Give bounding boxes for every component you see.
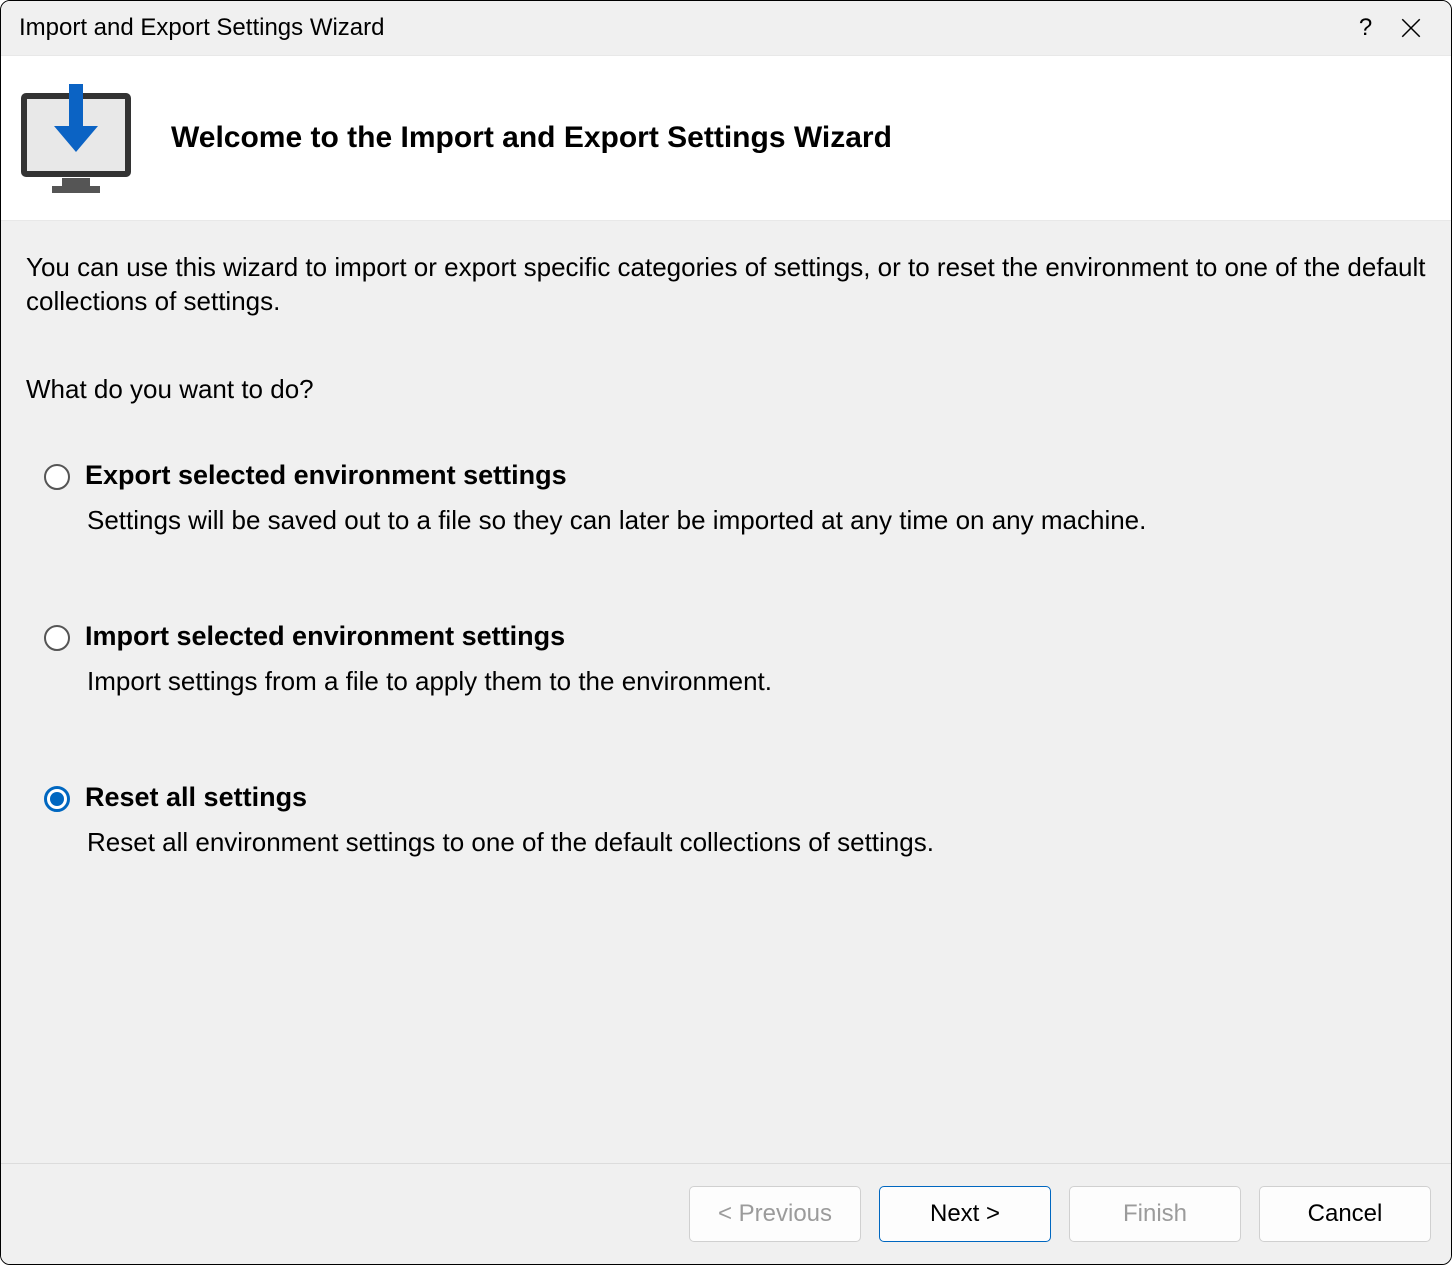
titlebar: Import and Export Settings Wizard ?: [1, 1, 1451, 56]
finish-button[interactable]: Finish: [1069, 1186, 1241, 1242]
option-body: Reset all settings Reset all environment…: [85, 782, 1426, 858]
wizard-icon: [11, 73, 141, 203]
wizard-window: Import and Export Settings Wizard ? Welc…: [0, 0, 1452, 1265]
monitor-download-icon: [16, 78, 136, 198]
option-export-desc: Settings will be saved out to a file so …: [85, 505, 1426, 536]
option-reset-label: Reset all settings: [85, 782, 1426, 813]
close-button[interactable]: [1388, 18, 1433, 38]
option-import-label: Import selected environment settings: [85, 621, 1426, 652]
wizard-content: You can use this wizard to import or exp…: [1, 221, 1451, 1163]
option-export[interactable]: Export selected environment settings Set…: [44, 460, 1426, 536]
radio-export[interactable]: [44, 464, 70, 490]
previous-button[interactable]: < Previous: [689, 1186, 861, 1242]
wizard-title: Welcome to the Import and Export Setting…: [171, 121, 892, 155]
option-body: Import selected environment settings Imp…: [85, 621, 1426, 697]
radio-import[interactable]: [44, 625, 70, 651]
next-button[interactable]: Next >: [879, 1186, 1051, 1242]
intro-text: You can use this wizard to import or exp…: [26, 251, 1426, 319]
wizard-header: Welcome to the Import and Export Setting…: [1, 56, 1451, 221]
option-import[interactable]: Import selected environment settings Imp…: [44, 621, 1426, 697]
cancel-button[interactable]: Cancel: [1259, 1186, 1431, 1242]
prompt-text: What do you want to do?: [26, 374, 1426, 405]
option-body: Export selected environment settings Set…: [85, 460, 1426, 536]
wizard-footer: < Previous Next > Finish Cancel: [1, 1163, 1451, 1264]
option-export-label: Export selected environment settings: [85, 460, 1426, 491]
options-group: Export selected environment settings Set…: [26, 460, 1426, 858]
option-reset[interactable]: Reset all settings Reset all environment…: [44, 782, 1426, 858]
close-icon: [1401, 18, 1421, 38]
radio-reset[interactable]: [44, 786, 70, 812]
window-title: Import and Export Settings Wizard: [19, 14, 1343, 42]
option-import-desc: Import settings from a file to apply the…: [85, 666, 1426, 697]
help-button[interactable]: ?: [1343, 14, 1388, 42]
option-reset-desc: Reset all environment settings to one of…: [85, 827, 1426, 858]
